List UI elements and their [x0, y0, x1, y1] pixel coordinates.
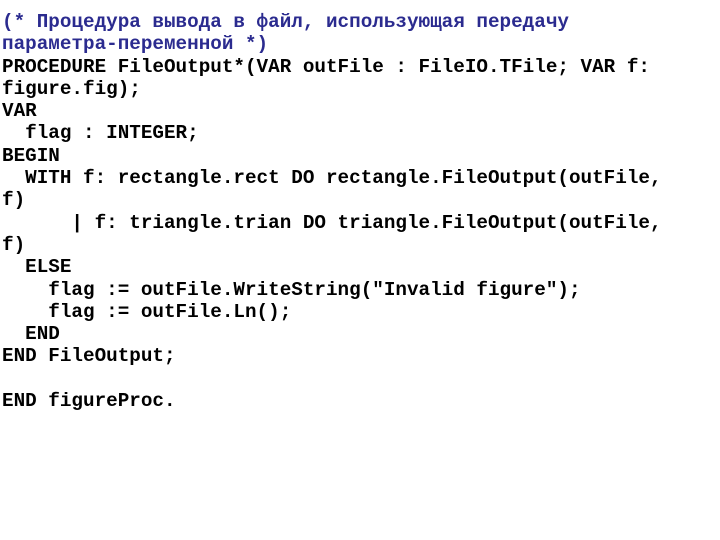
code-line: END FileOutput;	[2, 345, 176, 368]
code-listing: (* Процедура вывода в файл, использующая…	[0, 11, 720, 412]
code-line: f)	[2, 189, 26, 212]
code-line: flag : INTEGER;	[2, 122, 199, 145]
code-line: f)	[2, 233, 26, 256]
code-line: ELSE	[2, 256, 72, 279]
code-line: END	[2, 323, 60, 346]
code-line: flag := outFile.Ln();	[2, 300, 292, 323]
code-line: BEGIN	[2, 144, 60, 167]
code-line: PROCEDURE FileOutput*(VAR outFile : File…	[2, 55, 650, 78]
code-line: figure.fig);	[2, 77, 141, 100]
code-line: WITH f: rectangle.rect DO rectangle.File…	[2, 167, 662, 190]
code-line: END figureProc.	[2, 390, 176, 413]
code-line: flag := outFile.WriteString("Invalid fig…	[2, 278, 581, 301]
code-comment-line: параметра-переменной *)	[2, 33, 269, 56]
code-line: | f: triangle.trian DO triangle.FileOutp…	[2, 211, 662, 234]
code-comment-line: (* Процедура вывода в файл, использующая…	[2, 11, 569, 33]
code-line: VAR	[2, 100, 37, 123]
